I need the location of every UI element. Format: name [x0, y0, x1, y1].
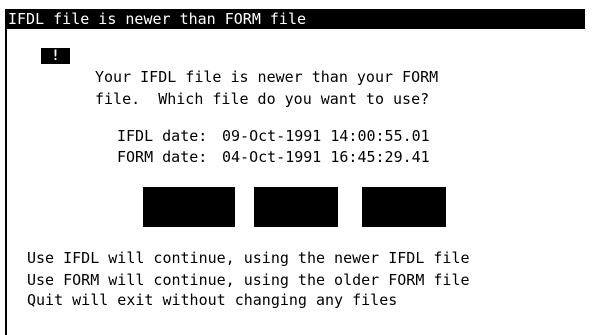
use-form-button[interactable]: Use FORM [254, 187, 338, 297]
help-line-1: Use IFDL will continue, using the newer … [27, 249, 470, 267]
form-date-label: FORM date: [117, 148, 208, 166]
exclamation-icon: ! [41, 48, 70, 64]
ifdl-date-value: 09-Oct-1991 14:00:55.01 [222, 127, 430, 145]
ifdl-date-label: IFDL date: [117, 127, 208, 145]
dialog-title: IFDL file is newer than FORM file [5, 9, 585, 29]
quit-button-label: Quit [385, 225, 423, 243]
dialog-frame-left [5, 18, 7, 335]
help-line-3: Quit will exit without changing any file… [27, 291, 398, 309]
use-ifdl-button[interactable]: Use IFDL [143, 187, 235, 297]
quit-button[interactable]: Quit [362, 187, 446, 243]
use-ifdl-button-line1: Use [175, 225, 203, 243]
message-line-1: Your IFDL file is newer than your FORM [95, 68, 439, 86]
message-line-2: file. Which file do you want to use? [95, 90, 430, 108]
use-form-button-line1: Use [282, 225, 310, 243]
help-line-2: Use FORM will continue, using the older … [27, 271, 470, 289]
form-date-value: 04-Oct-1991 16:45:29.41 [222, 148, 430, 166]
dialog-window: IFDL file is newer than FORM file ! Your… [0, 0, 596, 335]
